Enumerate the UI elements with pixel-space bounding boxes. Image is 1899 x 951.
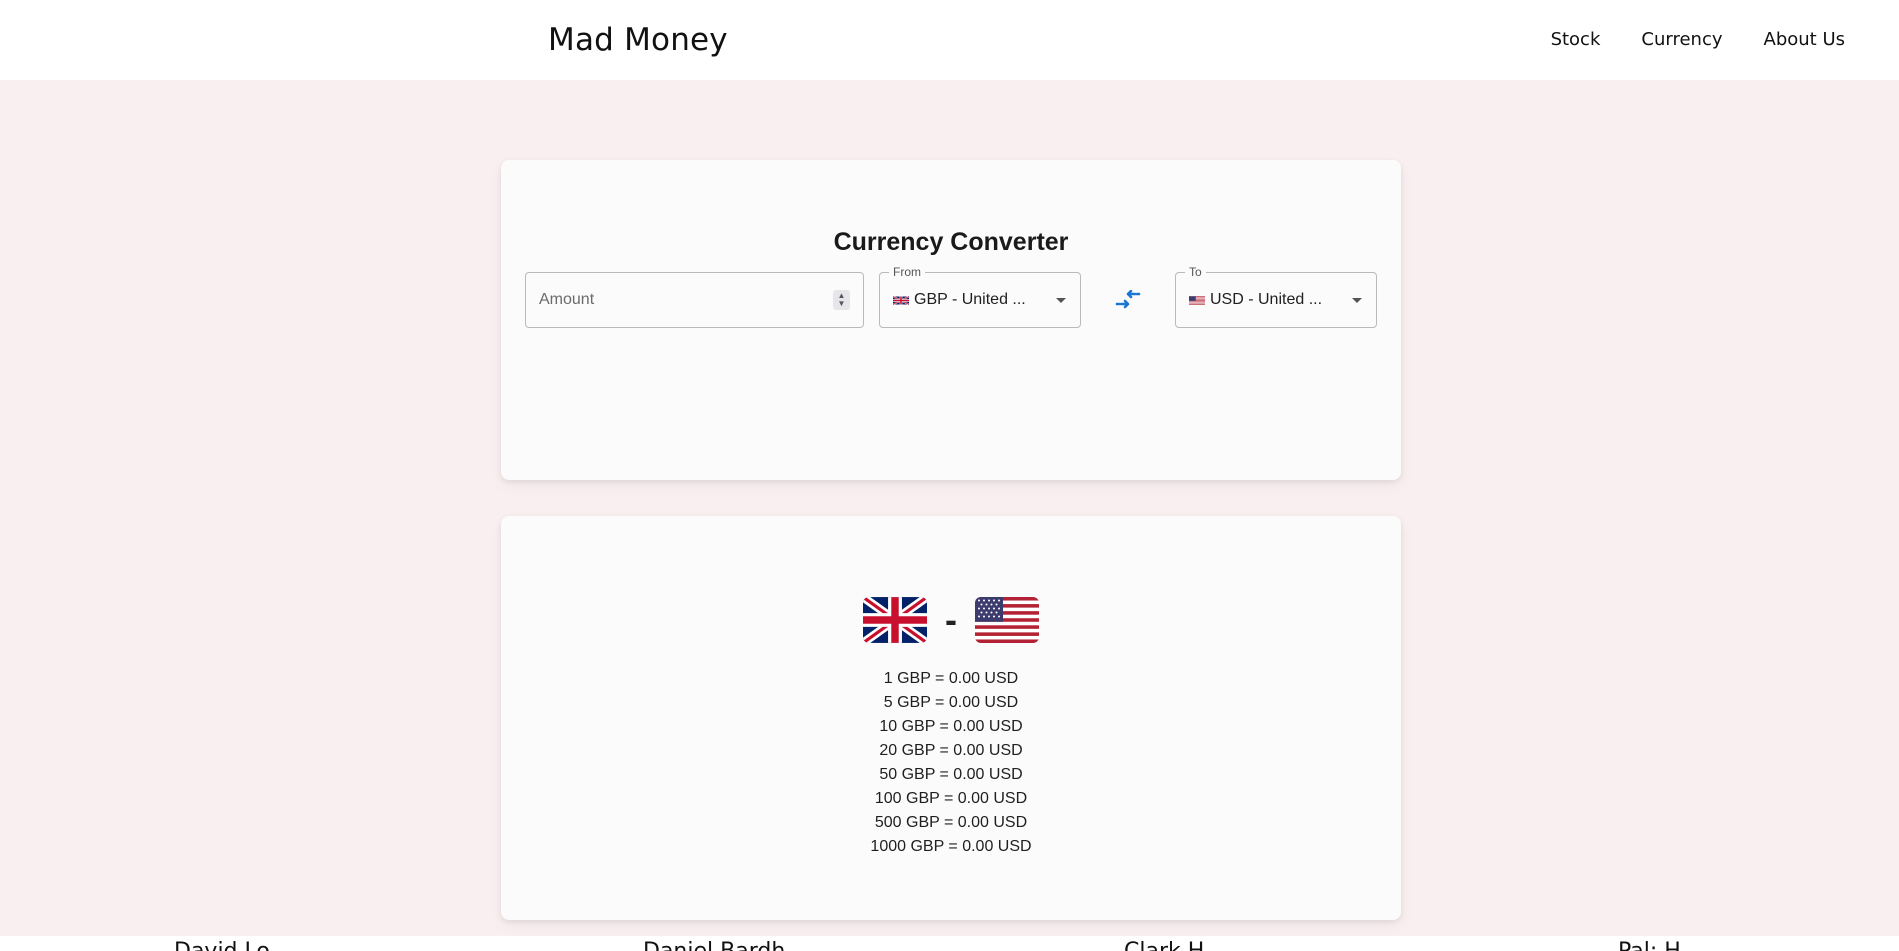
- team-member-name: Clark H: [1124, 939, 1204, 951]
- main-nav: Stock Currency About Us: [1551, 29, 1845, 50]
- list-item: 500 GBP = 0.00 USD: [874, 814, 1028, 831]
- team-member-name: Daniel Bardh: [643, 939, 785, 951]
- exchange-rates-card: - 1 GBP = 0.00 USD 5 GBP = 0.00 USD 10 G…: [501, 516, 1401, 920]
- uk-flag-icon: [863, 597, 927, 643]
- dropdown-arrow-icon[interactable]: [1352, 298, 1362, 303]
- to-currency-text: USD - United ...: [1210, 291, 1323, 308]
- team-member-name: David Lo: [174, 939, 270, 951]
- list-item: 1000 GBP = 0.00 USD: [870, 838, 1032, 855]
- us-flag-icon: [1189, 295, 1205, 305]
- to-currency-select[interactable]: To USD - United ...: [1175, 265, 1377, 328]
- footer-team-strip: David Lo Daniel Bardh Clark H Pal: H: [0, 936, 1899, 951]
- converter-title: Currency Converter: [833, 228, 1069, 256]
- currency-pair-flags: -: [501, 597, 1401, 643]
- amount-field: ▲ ▼: [525, 272, 864, 328]
- currency-converter-card: Currency Converter ▲ ▼ From GBP - United…: [501, 160, 1401, 480]
- to-selected-value: USD - United ...: [1189, 291, 1340, 309]
- brand-logo-text[interactable]: Mad Money: [548, 22, 728, 58]
- list-item: 5 GBP = 0.00 USD: [883, 694, 1019, 711]
- from-currency-select[interactable]: From GBP - United ...: [879, 265, 1081, 328]
- swap-arrows-icon: [1115, 290, 1141, 309]
- us-flag-icon: [975, 597, 1039, 643]
- conversion-rates-list: 1 GBP = 0.00 USD 5 GBP = 0.00 USD 10 GBP…: [501, 667, 1401, 859]
- uk-flag-icon: [893, 295, 909, 305]
- nav-link-stock[interactable]: Stock: [1551, 29, 1601, 50]
- from-selected-value: GBP - United ...: [893, 291, 1044, 309]
- list-item: 20 GBP = 0.00 USD: [879, 742, 1023, 759]
- pair-separator: -: [945, 599, 957, 640]
- nav-link-currency[interactable]: Currency: [1641, 29, 1722, 50]
- list-item: 100 GBP = 0.00 USD: [874, 790, 1028, 807]
- top-navigation-bar: Mad Money Stock Currency About Us: [0, 0, 1899, 80]
- amount-input[interactable]: [526, 273, 863, 327]
- dropdown-arrow-icon[interactable]: [1056, 298, 1066, 303]
- list-item: 10 GBP = 0.00 USD: [879, 718, 1023, 735]
- from-label: From: [889, 265, 925, 279]
- team-member-name: Pal: H: [1618, 939, 1681, 951]
- list-item: 50 GBP = 0.00 USD: [879, 766, 1023, 783]
- list-item: 1 GBP = 0.00 USD: [883, 670, 1019, 687]
- from-currency-text: GBP - United ...: [914, 291, 1026, 308]
- to-label: To: [1185, 265, 1206, 279]
- chevron-down-icon[interactable]: ▼: [838, 300, 846, 308]
- swap-currencies-button[interactable]: [1113, 286, 1143, 316]
- amount-stepper[interactable]: ▲ ▼: [833, 290, 850, 310]
- nav-link-about-us[interactable]: About Us: [1764, 29, 1846, 50]
